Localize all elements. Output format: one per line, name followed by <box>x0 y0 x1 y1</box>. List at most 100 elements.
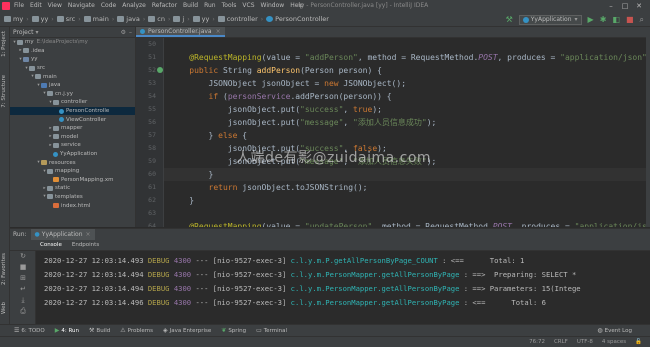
tool-tab-terminal[interactable]: ▭ Terminal <box>256 327 287 334</box>
search-icon[interactable]: ⌕ <box>640 12 644 27</box>
tool-tab-event-log[interactable]: ◍ Event Log <box>597 327 632 334</box>
code-line[interactable]: JSONObject jsonObject = new JSONObject()… <box>170 77 646 90</box>
run-configuration-select[interactable]: YyApplication ▾ <box>518 14 582 25</box>
indent-setting[interactable]: 4 spaces <box>602 339 626 345</box>
code-line[interactable]: return jsonObject.toJSONString(); <box>170 181 646 194</box>
menu-tools[interactable]: Tools <box>222 0 237 12</box>
close-icon[interactable]: × <box>216 28 221 35</box>
tool-tab-todo[interactable]: ☰ 6: TODO <box>14 327 45 334</box>
code-line[interactable]: if (personService.addPerson(person)) { <box>170 90 646 103</box>
line-separator[interactable]: CRLF <box>554 339 568 345</box>
spring-endpoint-icon[interactable] <box>157 67 163 73</box>
tool-tab-java-enterprise[interactable]: ◈ Java Enterprise <box>163 327 211 334</box>
code-line[interactable]: jsonObject.put("message", "添加人员信息成功"); <box>170 116 646 129</box>
tool-tab-run[interactable]: ▶ 4: Run <box>55 327 79 334</box>
menu-analyze[interactable]: Analyze <box>122 0 146 12</box>
tree-item[interactable]: ▸ .idea <box>10 47 135 56</box>
tree-item[interactable]: ▾ java <box>10 81 135 90</box>
coverage-icon[interactable]: ◧ <box>612 12 620 27</box>
tool-tab-structure[interactable]: 7: Structure <box>1 75 7 108</box>
code-line[interactable]: } <box>170 194 646 207</box>
menu-window[interactable]: Window <box>261 0 285 12</box>
restore-layout-icon[interactable]: ⊞ <box>10 273 36 284</box>
log-logger[interactable]: c.l.y.m.PersonMapper.getAllPersonByPage <box>291 270 460 279</box>
tree-item[interactable]: ▸ mapper <box>10 124 135 133</box>
minimize-icon[interactable]: – <box>604 0 618 12</box>
editor-tab-personcontroller[interactable]: PersonController.java × <box>136 27 225 37</box>
log-logger[interactable]: c.l.y.m.P.getAllPersonByPage_COUNT <box>291 256 438 265</box>
run-tab-yyapplication[interactable]: ● YyApplication × <box>30 229 95 240</box>
run-icon[interactable]: ▶ <box>588 12 594 27</box>
tree-item[interactable]: ▸ static <box>10 184 135 193</box>
code-area[interactable]: @RequestMapping(value = "addPerson", met… <box>164 38 646 227</box>
file-encoding[interactable]: UTF-8 <box>577 339 593 345</box>
tree-item[interactable]: YyApplication <box>10 150 135 159</box>
tool-tab-favorites[interactable]: 2: Favorites <box>1 253 7 285</box>
tree-item[interactable]: ▾ controller <box>10 98 135 107</box>
stop-icon[interactable]: ■ <box>10 262 36 273</box>
lock-icon[interactable]: 🔓 <box>635 339 642 345</box>
code-line[interactable]: } <box>170 168 646 181</box>
print-icon[interactable]: ⎙ <box>10 306 36 317</box>
subtab-console[interactable]: Console <box>40 242 62 248</box>
tool-tab-problems[interactable]: ⚠ Problems <box>120 327 153 334</box>
caret-position[interactable]: 76:72 <box>529 339 545 345</box>
tree-item[interactable]: PersonMapping.xm <box>10 176 135 185</box>
tool-tab-build[interactable]: ⚒ Build <box>89 327 110 334</box>
log-logger[interactable]: c.l.y.m.PersonMapper.getAllPersonByPage <box>291 298 460 307</box>
tree-item[interactable]: ▾ my E:\IdeaProjects\my <box>10 38 135 47</box>
maximize-icon[interactable]: □ <box>618 0 632 12</box>
breadcrumb-src[interactable]: src › <box>56 15 84 23</box>
breadcrumb-my[interactable]: my › <box>4 15 32 23</box>
close-icon[interactable]: ✕ <box>632 0 646 12</box>
scroll-to-end-icon[interactable]: ⤓ <box>10 295 36 306</box>
tree-item[interactable]: ▾ main <box>10 72 135 81</box>
menu-navigate[interactable]: Navigate <box>68 0 95 12</box>
menu-edit[interactable]: Edit <box>30 0 42 12</box>
gear-icon[interactable]: ⚙ <box>121 29 126 36</box>
tree-item[interactable]: ▾ yy <box>10 55 135 64</box>
tree-item[interactable]: ▸ model <box>10 133 135 142</box>
chevron-down-icon[interactable]: ▾ <box>36 29 39 36</box>
breadcrumb-cn[interactable]: cn › <box>148 15 173 23</box>
menu-refactor[interactable]: Refactor <box>152 0 177 12</box>
breadcrumb-java[interactable]: java › <box>117 15 148 23</box>
tree-item[interactable]: index.html <box>10 201 135 210</box>
tool-tab-spring[interactable]: ❦ Spring <box>221 327 246 334</box>
tool-tab-project[interactable]: 1: Project <box>1 31 7 57</box>
project-panel-title[interactable]: Project <box>13 29 34 36</box>
tree-item[interactable]: ▾ cn.j.yy <box>10 90 135 99</box>
code-line[interactable]: } else { <box>170 129 646 142</box>
menu-code[interactable]: Code <box>101 0 116 12</box>
code-line[interactable]: @RequestMapping(value = "updatePerson", … <box>170 220 646 227</box>
log-logger[interactable]: c.l.y.m.PersonMapper.getAllPersonByPage <box>291 284 460 293</box>
rerun-icon[interactable]: ↻ <box>10 251 36 262</box>
breadcrumb-main[interactable]: main › <box>83 15 118 23</box>
breadcrumb-controller[interactable]: controller › <box>217 15 266 23</box>
code-line[interactable]: jsonObject.put("success", true); <box>170 103 646 116</box>
breadcrumb-personcontroller[interactable]: PersonController <box>266 15 329 23</box>
code-line[interactable] <box>170 38 646 51</box>
soft-wrap-icon[interactable]: ↵ <box>10 284 36 295</box>
breadcrumb-j[interactable]: j › <box>173 15 192 23</box>
breadcrumb-yy-pkg[interactable]: yy › <box>192 15 218 23</box>
tree-item[interactable]: ▾ mapping <box>10 167 135 176</box>
debug-icon[interactable]: ✱ <box>600 12 607 27</box>
hide-panel-icon[interactable]: – <box>129 29 132 36</box>
code-line[interactable]: @RequestMapping(value = "addPerson", met… <box>170 51 646 64</box>
tree-item[interactable]: ▸ service <box>10 141 135 150</box>
subtab-endpoints[interactable]: Endpoints <box>72 242 99 248</box>
code-line[interactable] <box>170 207 646 220</box>
menu-file[interactable]: File <box>14 0 24 12</box>
tree-item[interactable]: ▾ src <box>10 64 135 73</box>
breadcrumb-yy[interactable]: yy › <box>31 15 57 23</box>
close-icon[interactable]: × <box>86 231 91 238</box>
code-line[interactable]: public String addPerson(Person person) { <box>170 64 646 77</box>
tree-item[interactable]: ▾ templates <box>10 193 135 202</box>
menu-build[interactable]: Build <box>183 0 198 12</box>
menu-run[interactable]: Run <box>204 0 216 12</box>
menu-view[interactable]: View <box>48 0 62 12</box>
tool-tab-web[interactable]: Web <box>1 302 7 314</box>
stop-icon[interactable]: ■ <box>626 12 634 27</box>
hammer-build-icon[interactable]: ⚒ <box>506 12 513 27</box>
